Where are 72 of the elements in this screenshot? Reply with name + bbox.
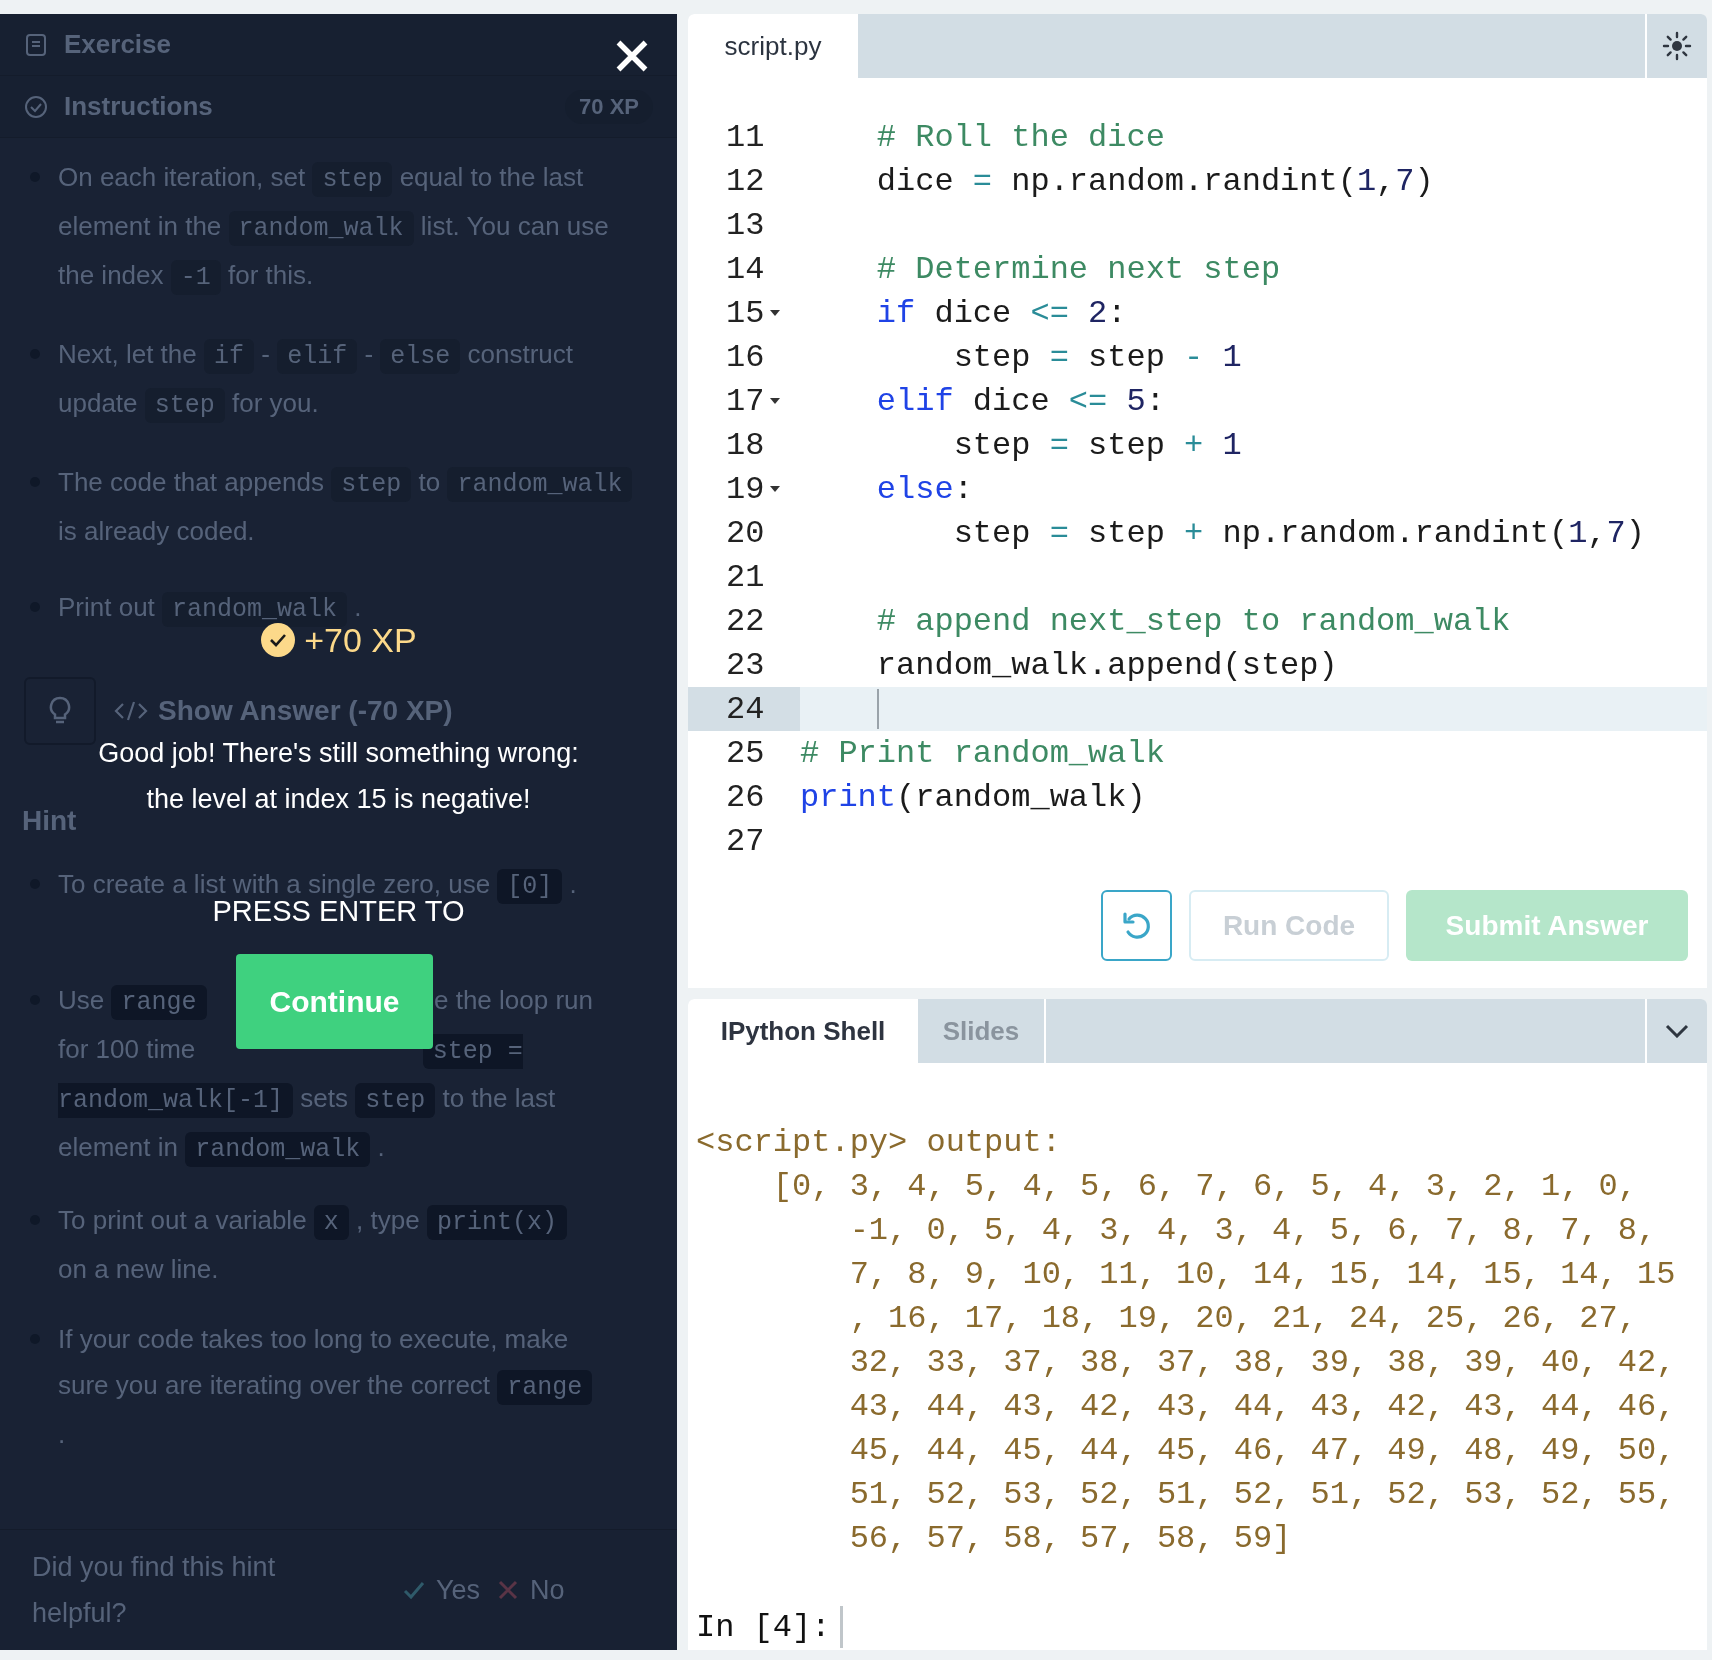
shell-prompt: In [4]: [696,1608,831,1646]
sun-icon[interactable] [1662,31,1692,61]
show-answer-button[interactable]: Show Answer (-70 XP) [114,695,453,727]
output-line: 51, 52, 53, 52, 51, 52, 51, 52, 53, 52, 55, [848,1475,1677,1515]
output-line: , 16, 17, 18, 19, 20, 21, 24, 25, 26, 27, [848,1299,1638,1339]
output-line: <script.py> output: [696,1123,1062,1163]
file-tab[interactable]: script.py [688,14,858,78]
line-number: 19 [726,470,765,508]
fold-arrow-icon[interactable] [770,398,781,404]
line-number: 25 [726,734,765,772]
close-icon[interactable] [614,38,650,74]
chevron-down-icon[interactable] [1665,1024,1689,1038]
instruction-text: The code that appends step to random_walk is already coded. [58,459,647,554]
check-badge-icon [260,622,297,658]
code-line: # append next_step to random_walk [875,602,1511,640]
code-line: step = step + 1 [952,426,1242,464]
no-button[interactable]: No [496,1544,565,1636]
yes-button[interactable]: Yes [402,1544,481,1636]
fold-arrow-icon[interactable] [770,486,781,492]
output-line: 32, 33, 37, 38, 37, 38, 39, 38, 39, 40, 42, [848,1343,1677,1383]
code-line: if dice <= 2: [875,294,1127,332]
line-number: 21 [726,558,765,596]
output-line: 43, 44, 43, 42, 43, 44, 43, 42, 43, 44, 46, [848,1387,1677,1427]
output-line: [0, 3, 4, 5, 4, 5, 6, 7, 6, 5, 4, 3, 2, 1, 0, [771,1167,1638,1207]
hint-button[interactable] [24,677,96,745]
line-number: 16 [726,338,765,376]
code-icon [114,701,148,721]
hint-text: To print out a variable x , type print(x) on a new line. [58,1197,598,1292]
hint-text: If your code takes too long to execute, make sure you are iterating over the correct range . [58,1316,598,1457]
output-line: 56, 57, 58, 57, 58, 59] [848,1519,1293,1559]
lightbulb-icon [48,696,72,726]
feedback-question: Did you find this hint helpful? [32,1551,277,1630]
line-number: 27 [726,822,765,860]
output-line: 7, 8, 9, 10, 11, 10, 14, 15, 14, 15, 14, 15 [848,1255,1677,1295]
line-number: 15 [726,294,765,332]
line-number: 26 [726,778,765,816]
text-cursor [877,689,879,729]
code-line: step = step + np.random.randint(1,7) [952,514,1645,552]
code-line: elif dice <= 5: [875,382,1165,420]
text-cursor [840,1606,844,1648]
code-line: step = step - 1 [952,338,1242,376]
line-number: 13 [726,206,765,244]
line-number: 17 [726,382,765,420]
code-line: else: [875,470,973,508]
reset-button[interactable] [1101,890,1172,961]
line-number: 24 [726,690,765,728]
output-line: -1, 0, 5, 4, 3, 4, 3, 4, 5, 6, 7, 8, 7, 8, [848,1211,1658,1251]
continue-button[interactable]: Continue [236,954,433,1049]
xp-badge: 70 XP [565,89,653,124]
line-number: 22 [726,602,765,640]
line-number: 18 [726,426,765,464]
code-line: # Print random_walk [800,734,1165,772]
code-line: # Determine next step [875,250,1281,288]
check-circle-icon [24,94,48,119]
instructions-title: Instructions [64,91,213,122]
code-line: dice = np.random.randint(1,7) [875,162,1434,200]
line-number: 11 [726,118,765,156]
line-number: 14 [726,250,765,288]
instruction-text: On each iteration, set step equal to the last element in the random_walk list. You can use the index -1 for this. [58,154,647,301]
feedback-message: Good job! There's still something wrong: the level at index 15 is negative! [97,737,580,816]
fold-arrow-icon[interactable] [770,310,781,316]
line-number: 23 [726,646,765,684]
instruction-text: Next, let the if - elif - else construct update step for you. [58,331,647,429]
document-icon [24,32,48,57]
code-line: print(random_walk) [800,778,1146,816]
line-number: 12 [726,162,765,200]
exercise-title: Exercise [64,29,171,60]
line-number: 20 [726,514,765,552]
code-line: # Roll the dice [875,118,1165,156]
shell-tab[interactable]: IPython Shell [688,999,918,1063]
output-line: 45, 44, 45, 44, 45, 46, 47, 49, 48, 49, 50, [848,1431,1677,1471]
code-line: random_walk.append(step) [875,646,1338,684]
